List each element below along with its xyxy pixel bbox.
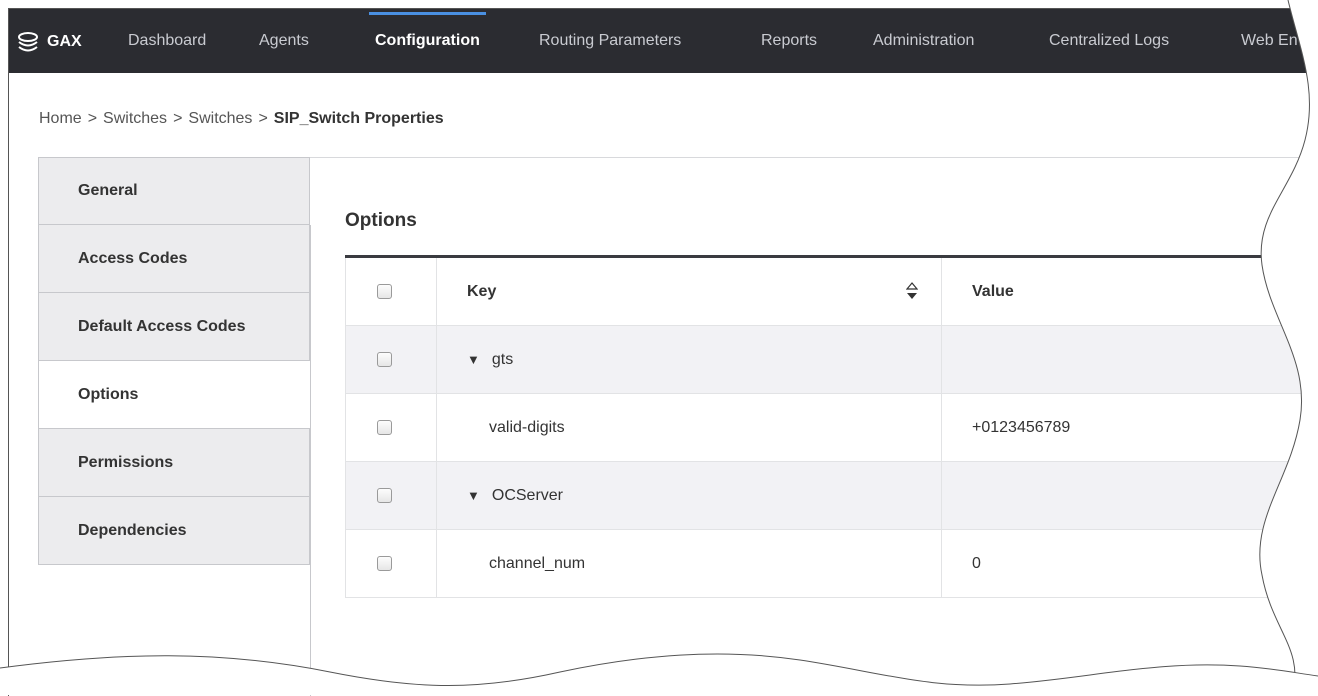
torn-edge-decoration <box>0 0 1318 695</box>
